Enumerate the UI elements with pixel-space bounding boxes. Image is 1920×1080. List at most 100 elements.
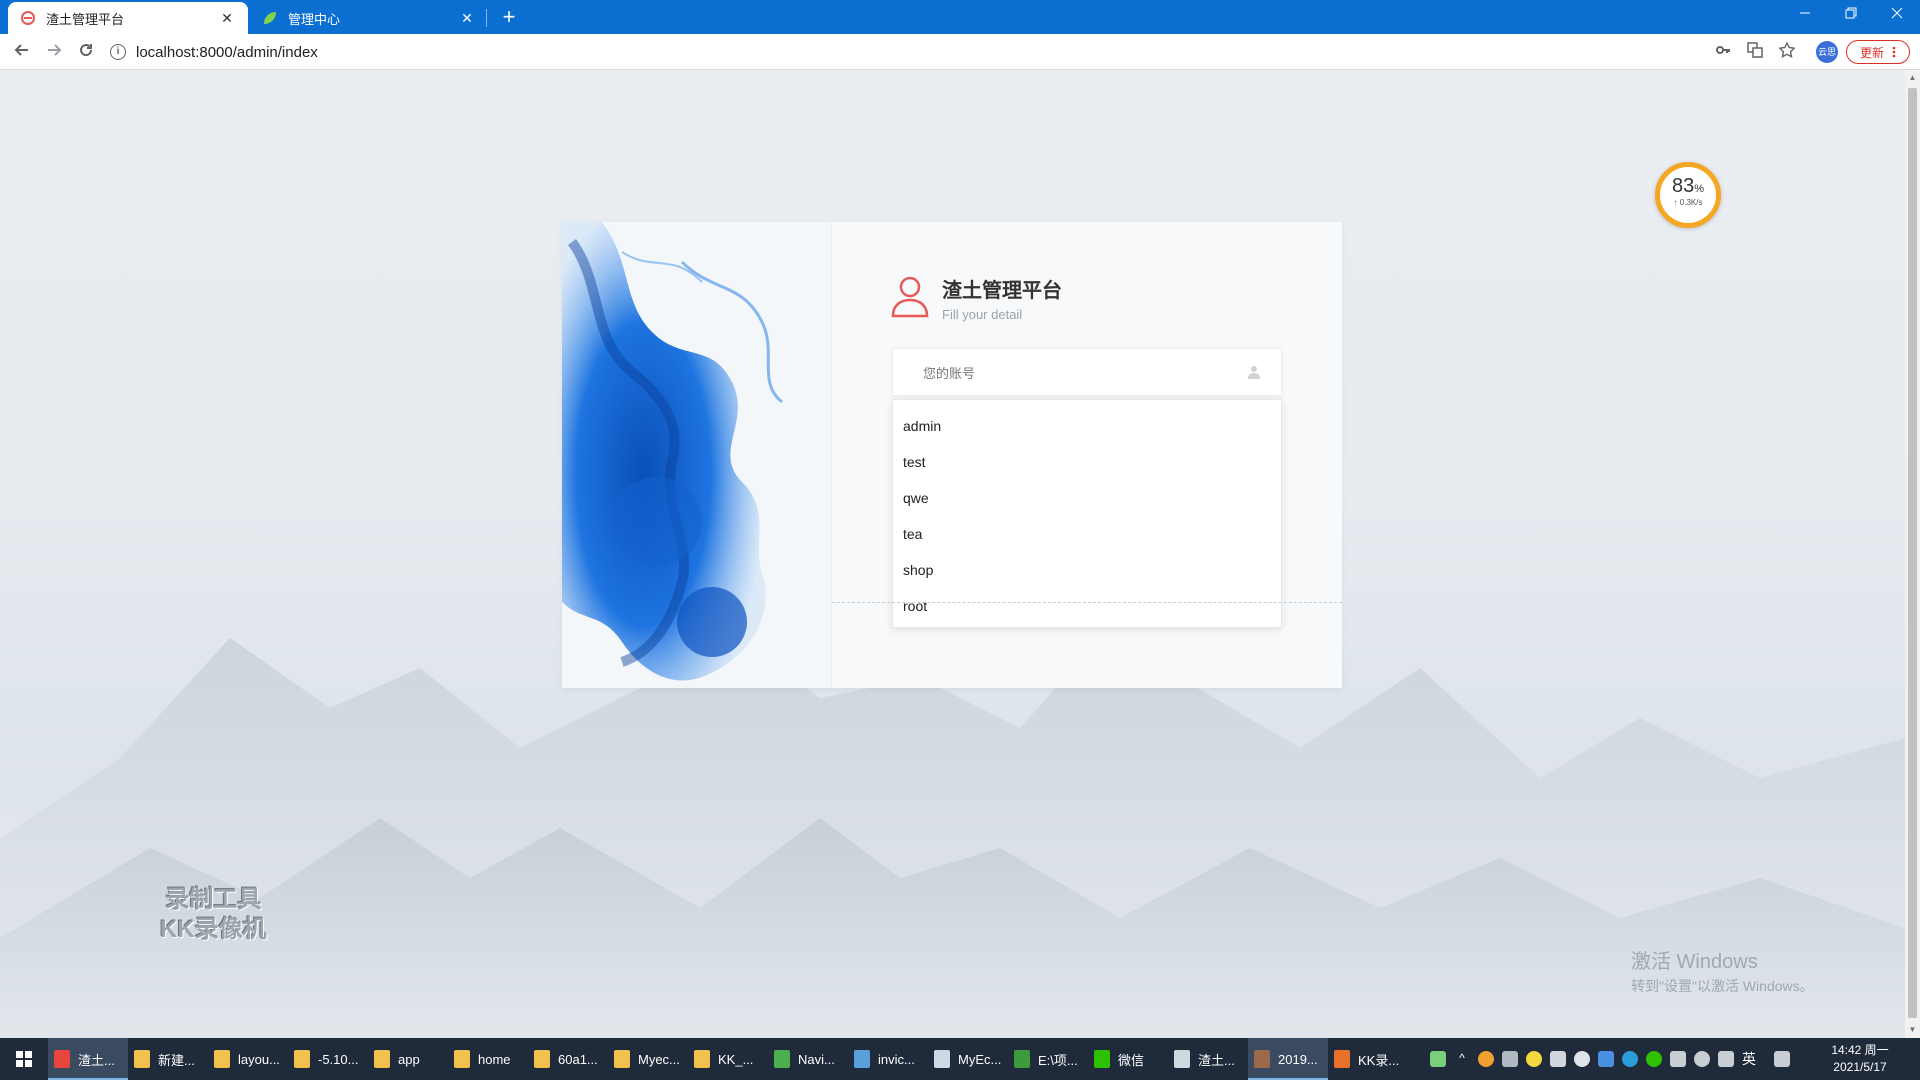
page-viewport: 83% ↑ 0.3K/s 渣土管理平台 Fill your detail 您的账… [0, 70, 1905, 1038]
reload-button[interactable] [72, 38, 100, 66]
taskbar-item-label: 60a1... [558, 1051, 598, 1067]
tab-zhatu[interactable]: 渣土管理平台 ✕ [8, 2, 248, 34]
user-icon [1248, 366, 1260, 379]
battery-icon[interactable] [1430, 1051, 1446, 1067]
taskbar-item[interactable]: Myec... [608, 1038, 688, 1080]
tray-printer-icon[interactable] [1502, 1051, 1518, 1067]
restore-button[interactable] [1828, 0, 1874, 30]
restore-icon [1845, 7, 1857, 19]
scroll-up-arrow-icon[interactable]: ▲ [1905, 70, 1920, 86]
taskbar-item[interactable]: invic... [848, 1038, 928, 1080]
shield-icon[interactable] [1598, 1051, 1614, 1067]
start-button[interactable] [0, 1038, 48, 1080]
clock-date: 2021/5/17 [1833, 1060, 1887, 1074]
network-speed-widget[interactable]: 83% ↑ 0.3K/s [1655, 162, 1721, 228]
taskbar-item[interactable]: -5.10... [288, 1038, 368, 1080]
recorder-watermark: 录制工具 KK录像机 [160, 885, 267, 945]
volume-icon[interactable] [1718, 1051, 1734, 1067]
taskbar-item[interactable]: 新建... [128, 1038, 208, 1080]
tab-admin-center[interactable]: 管理中心 ✕ [250, 2, 488, 34]
chrome-icon [54, 1050, 70, 1068]
address-bar[interactable]: i localhost:8000/admin/index [110, 38, 1730, 66]
login-form: 渣土管理平台 Fill your detail 您的账号 admin test … [832, 222, 1342, 688]
profile-avatar[interactable]: 云思 [1816, 41, 1838, 63]
taskbar-item[interactable]: 渣土... [1168, 1038, 1248, 1080]
activate-windows-notice: 激活 Windows 转到"设置"以激活 Windows。 [1631, 945, 1814, 996]
tab-title: 管理中心 [288, 11, 341, 27]
taskbar-item[interactable]: KK录... [1328, 1038, 1408, 1080]
account-placeholder[interactable]: 您的账号 [923, 363, 1247, 382]
speed-rate: ↑ 0.3K/s [1673, 198, 1703, 207]
taskbar-item-label: 2019... [1278, 1051, 1318, 1067]
update-button[interactable]: 更新 [1846, 40, 1910, 64]
taskbar-item[interactable]: Navi... [768, 1038, 848, 1080]
browser-toolbar: i localhost:8000/admin/index 云思 更新 [0, 34, 1920, 70]
page-scrollbar[interactable]: ▲ ▼ [1905, 70, 1920, 1038]
tab-close-icon[interactable]: ✕ [458, 10, 476, 27]
browser-titlebar: 渣土管理平台 ✕ 管理中心 ✕ + [0, 0, 1920, 34]
autocomplete-option-root[interactable]: root [893, 588, 1281, 624]
folder-icon [214, 1050, 230, 1068]
taskbar-item-label: invic... [878, 1051, 915, 1067]
new-tab-button[interactable]: + [496, 5, 522, 31]
folder-icon [134, 1050, 150, 1068]
folder-icon [694, 1050, 710, 1068]
taskbar-item[interactable]: E:\项... [1008, 1038, 1088, 1080]
taskbar-item[interactable]: MyEc... [928, 1038, 1008, 1080]
wechat-icon [1094, 1050, 1110, 1068]
autocomplete-option-tea[interactable]: tea [893, 516, 1281, 552]
taskbar-item-label: E:\项... [1038, 1052, 1078, 1068]
autocomplete-option-test[interactable]: test [893, 444, 1281, 480]
account-input[interactable]: 您的账号 [892, 348, 1282, 396]
taskbar-item[interactable]: 渣土... [48, 1038, 128, 1080]
reload-icon [80, 44, 93, 57]
autocomplete-option-admin[interactable]: admin [893, 408, 1281, 444]
minimize-button[interactable] [1782, 0, 1828, 30]
form-divider [832, 602, 1342, 603]
tray-app-icon[interactable] [1622, 1051, 1638, 1067]
tray-display-icon[interactable] [1550, 1051, 1566, 1067]
keyboard-icon[interactable] [1774, 1051, 1790, 1067]
info-icon[interactable]: i [110, 44, 126, 60]
forward-button[interactable] [40, 38, 68, 66]
taskbar-item-label: 新建... [158, 1052, 195, 1068]
tab-title: 渣土管理平台 [46, 11, 125, 27]
wechat-tray-icon[interactable] [1646, 1051, 1662, 1067]
autocomplete-option-shop[interactable]: shop [893, 552, 1281, 588]
key-icon[interactable] [1712, 42, 1734, 62]
bell-icon[interactable] [1574, 1051, 1590, 1067]
recorder-watermark-line1: 录制工具 [165, 886, 262, 913]
folder-icon [534, 1050, 550, 1068]
taskbar-item[interactable]: 2019... [1248, 1038, 1328, 1080]
taskbar-clock[interactable]: 14:42 周一 2021/5/17 [1815, 1042, 1905, 1076]
close-window-button[interactable] [1874, 0, 1920, 30]
taskbar-item[interactable]: 60a1... [528, 1038, 608, 1080]
translate-icon[interactable] [1744, 42, 1766, 62]
scroll-down-arrow-icon[interactable]: ▼ [1905, 1022, 1920, 1038]
input-language-indicator[interactable]: 英 [1742, 1049, 1756, 1069]
taskbar-item[interactable]: KK_... [688, 1038, 768, 1080]
chevron-up-icon[interactable]: ^ [1454, 1051, 1470, 1067]
window-icon [854, 1050, 870, 1068]
scroll-thumb[interactable] [1908, 88, 1917, 1018]
taskbar-item[interactable]: home [448, 1038, 528, 1080]
windows-logo-icon [16, 1051, 32, 1067]
back-button[interactable] [8, 38, 36, 66]
tray-app-icon[interactable] [1526, 1051, 1542, 1067]
taskbar-item[interactable]: layou... [208, 1038, 288, 1080]
tab-close-icon[interactable]: ✕ [218, 10, 236, 27]
url-text[interactable]: localhost:8000/admin/index [136, 44, 318, 61]
taskbar-item-label: Navi... [798, 1051, 835, 1067]
activate-title: 激活 Windows [1631, 951, 1758, 973]
activate-subtitle: 转到"设置"以激活 Windows。 [1631, 978, 1814, 994]
star-icon[interactable] [1776, 41, 1798, 62]
network-icon[interactable] [1670, 1051, 1686, 1067]
taskbar-item-label: app [398, 1051, 420, 1067]
taskbar-item[interactable]: 微信 [1088, 1038, 1168, 1080]
tray-app-icon[interactable] [1478, 1051, 1494, 1067]
app-icon [1254, 1050, 1270, 1068]
speed-percent: 83% [1671, 175, 1705, 197]
taskbar-item[interactable]: app [368, 1038, 448, 1080]
wifi-icon[interactable] [1694, 1051, 1710, 1067]
autocomplete-option-qwe[interactable]: qwe [893, 480, 1281, 516]
